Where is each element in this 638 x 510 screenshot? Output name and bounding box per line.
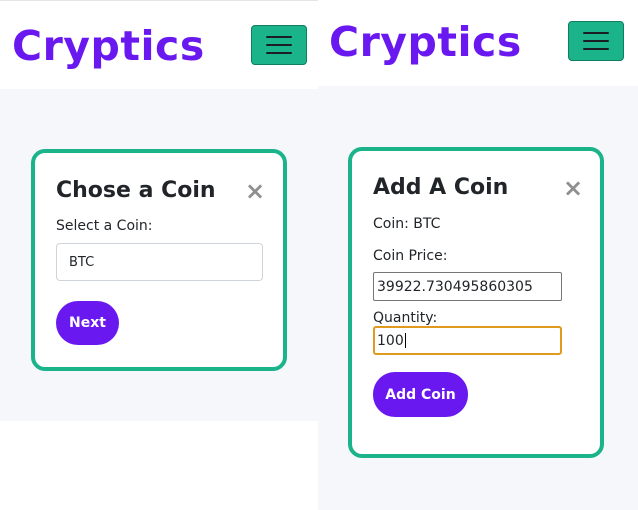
brand-logo[interactable]: Cryptics <box>329 22 522 63</box>
coin-select-value: BTC <box>69 254 95 270</box>
add-coin-button[interactable]: Add Coin <box>373 372 468 417</box>
add-coin-card: Add A Coin × Coin: BTC Coin Price: 39922… <box>348 147 604 458</box>
coin-name-text: Coin: BTC <box>373 216 441 232</box>
add-coin-screen: Cryptics Add A Coin × Coin: BTC Coin Pri… <box>318 0 638 510</box>
quantity-value: 100 <box>377 332 404 349</box>
choose-coin-card: Chose a Coin × Select a Coin: BTC Next <box>31 149 287 371</box>
coin-price-input[interactable]: 39922.730495860305 <box>373 272 562 301</box>
choose-coin-screen: Cryptics Chose a Coin × Select a Coin: B… <box>0 0 318 510</box>
select-coin-label: Select a Coin: <box>56 218 153 234</box>
quantity-input[interactable]: 100 <box>373 326 562 355</box>
hamburger-menu-icon[interactable] <box>251 25 307 65</box>
close-icon[interactable]: × <box>563 176 583 200</box>
next-button[interactable]: Next <box>56 301 119 345</box>
close-icon[interactable]: × <box>245 179 265 203</box>
top-divider <box>0 0 318 1</box>
coin-price-value: 39922.730495860305 <box>377 278 533 295</box>
coin-price-label: Coin Price: <box>373 248 448 264</box>
brand-logo[interactable]: Cryptics <box>12 26 205 67</box>
quantity-label: Quantity: <box>373 310 438 326</box>
hamburger-menu-icon[interactable] <box>568 21 624 61</box>
text-caret <box>404 333 406 348</box>
coin-select-input[interactable]: BTC <box>56 243 263 281</box>
card-title: Chose a Coin <box>56 178 216 203</box>
card-title: Add A Coin <box>373 175 509 200</box>
